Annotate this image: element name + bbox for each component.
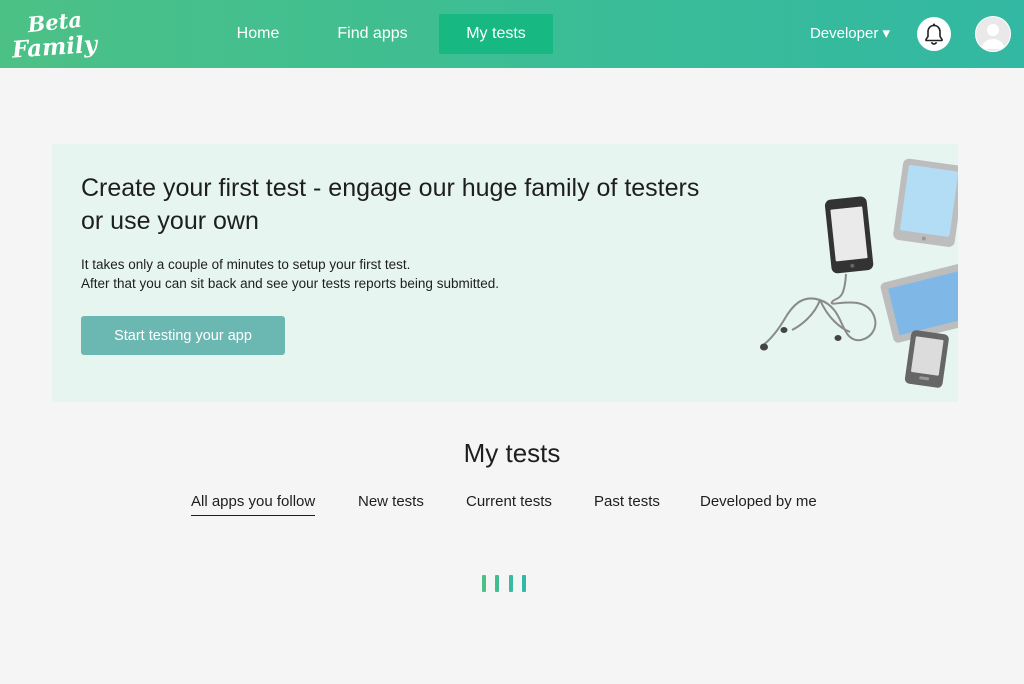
- tab-developed-by-me[interactable]: Developed by me: [700, 493, 817, 513]
- banner-description: It takes only a couple of minutes to set…: [81, 255, 641, 293]
- tab-new-tests[interactable]: New tests: [358, 493, 424, 513]
- developer-dropdown[interactable]: Developer ▾: [800, 14, 900, 54]
- devices-illustration: [740, 144, 958, 402]
- my-tests-heading: My tests: [463, 438, 561, 468]
- loader-bar: [509, 575, 513, 592]
- start-testing-button[interactable]: Start testing your app: [81, 316, 285, 355]
- nav-my-tests[interactable]: My tests: [439, 14, 553, 54]
- banner-title: Create your first test - engage our huge…: [81, 174, 700, 235]
- tab-past-tests[interactable]: Past tests: [594, 493, 660, 513]
- svg-text:Family: Family: [10, 31, 99, 62]
- nav-home[interactable]: Home: [222, 14, 294, 54]
- loader-bar: [522, 575, 526, 592]
- tab-all-apps-you-follow[interactable]: All apps you follow: [191, 493, 316, 516]
- tab-current-tests[interactable]: Current tests: [466, 493, 552, 513]
- user-avatar[interactable]: [975, 16, 1011, 52]
- loading-indicator: [481, 575, 529, 593]
- top-navigation-bar: Beta Family Home Find apps My tests Deve…: [0, 0, 1024, 68]
- create-first-test-banner: Create your first test - engage our huge…: [52, 144, 958, 402]
- loader-bar: [495, 575, 499, 592]
- banner-text-line-1: It takes only a couple of minutes to set…: [81, 257, 411, 272]
- nav-find-apps[interactable]: Find apps: [325, 14, 420, 54]
- notifications-bell-icon[interactable]: [917, 17, 951, 51]
- banner-text-line-2: After that you can sit back and see your…: [81, 276, 499, 291]
- beta-family-logo[interactable]: Beta Family: [10, 8, 100, 62]
- loader-bar: [482, 575, 486, 592]
